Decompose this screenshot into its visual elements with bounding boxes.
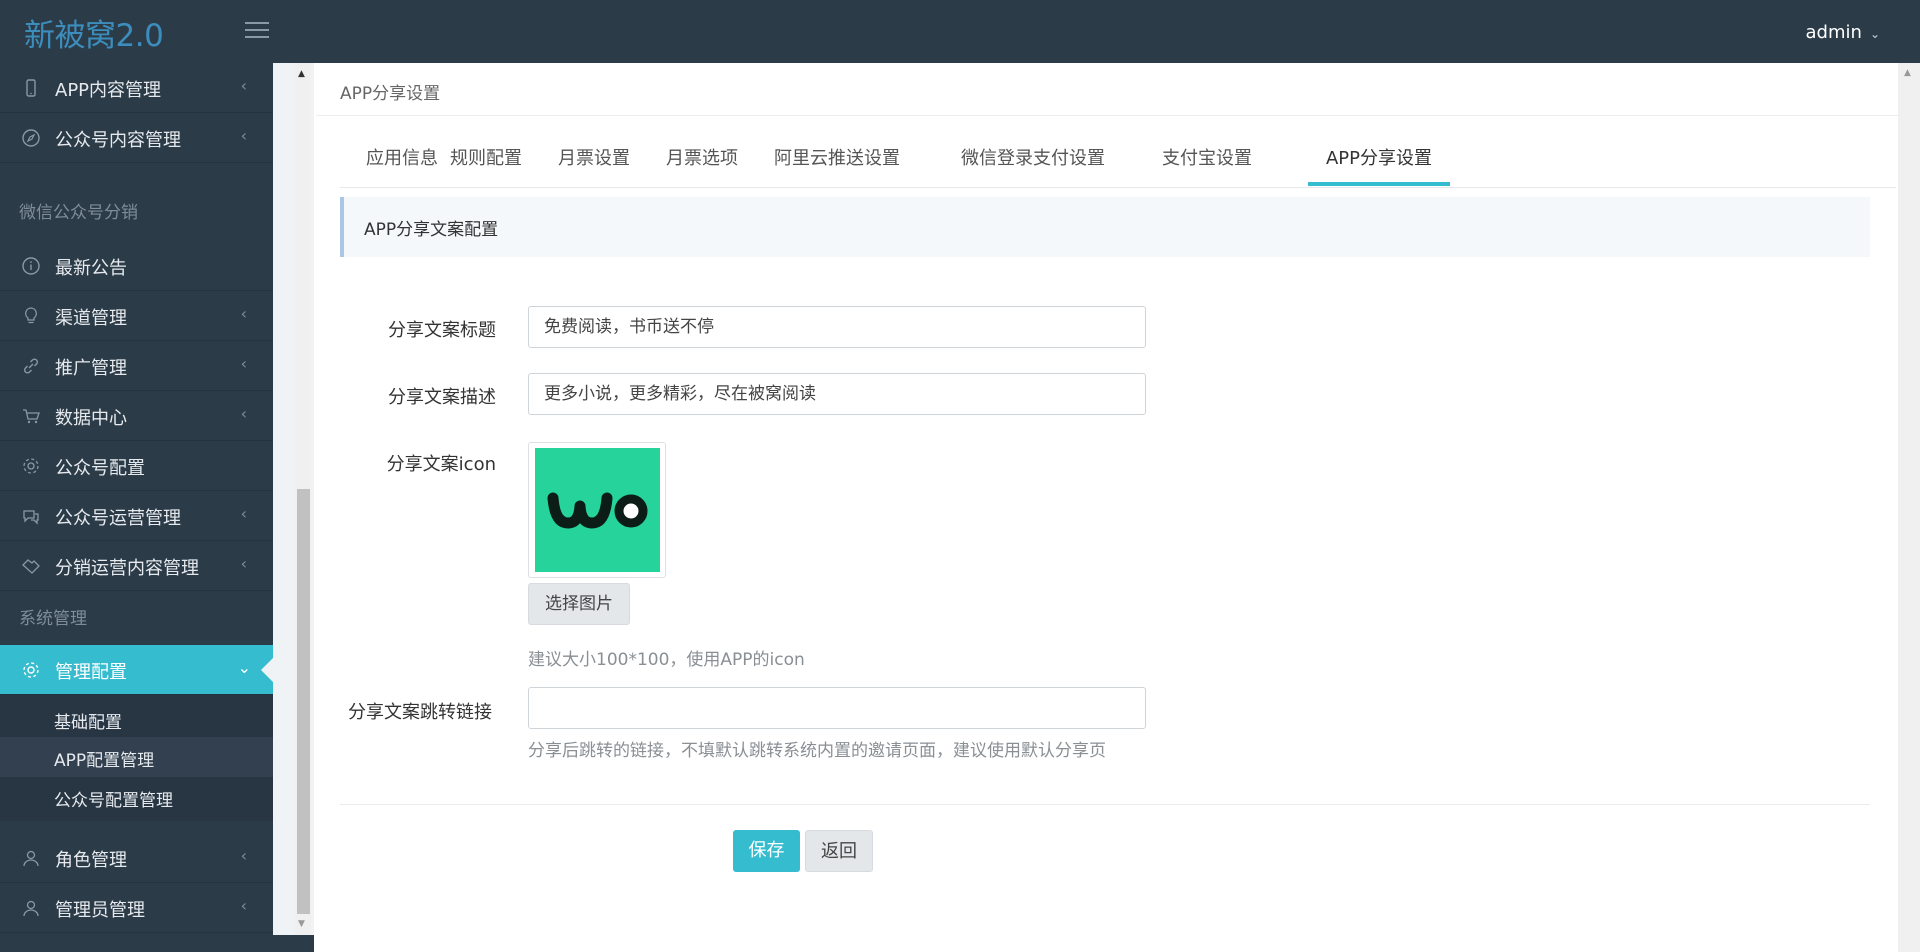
divider	[340, 804, 1870, 805]
menu-toggle-icon[interactable]	[245, 22, 269, 40]
chevron-left-icon: ‹	[240, 354, 247, 373]
sidebar-item-label: APP内容管理	[55, 80, 162, 101]
sidebar-footer	[273, 935, 314, 952]
sidebar-item-mp-content[interactable]: 公众号内容管理 ‹	[0, 113, 273, 163]
sidebar-item-notice[interactable]: 最新公告	[0, 241, 273, 291]
sidebar-item-label: 公众号内容管理	[55, 130, 181, 151]
share-desc-input[interactable]: 更多小说，更多精彩，尽在被窝阅读	[528, 373, 1146, 415]
section-title: APP分享文案配置	[364, 220, 499, 240]
sidebar-item-label: 角色管理	[55, 850, 127, 871]
chevron-down-icon: ⌄	[237, 658, 251, 677]
page-title: APP分享设置	[340, 84, 441, 104]
sidebar-item-promotion[interactable]: 推广管理 ‹	[0, 341, 273, 391]
back-button[interactable]: 返回	[805, 830, 873, 872]
sidebar-section-header: 系统管理	[19, 609, 87, 629]
link-help-text: 分享后跳转的链接，不填默认跳转系统内置的邀请页面，建议使用默认分享页	[528, 741, 1106, 761]
chevron-left-icon: ‹	[240, 896, 247, 915]
compass-icon	[21, 128, 41, 148]
tab-wechat-pay[interactable]: 微信登录支付设置	[961, 139, 1105, 185]
tab-ticket-options[interactable]: 月票选项	[666, 139, 738, 185]
save-button[interactable]: 保存	[733, 830, 800, 872]
section-header: APP分享文案配置	[340, 197, 1870, 257]
sidebar-scrollbar[interactable]: ▲ ▼	[273, 63, 314, 952]
share-link-label: 分享文案跳转链接	[348, 702, 492, 723]
tab-app-share[interactable]: APP分享设置	[1308, 139, 1450, 186]
share-icon-label: 分享文案icon	[386, 454, 496, 475]
scroll-up-icon[interactable]: ▲	[1904, 68, 1911, 78]
sidebar-item-mp-config[interactable]: 公众号配置	[0, 441, 273, 491]
divider	[316, 115, 1898, 116]
phone-icon	[21, 78, 41, 98]
sidebar-item-roles[interactable]: 角色管理 ‹	[0, 833, 273, 883]
sidebar-item-label: 最新公告	[55, 258, 127, 279]
top-navbar: 新被窝2.0 admin ⌄	[0, 0, 1920, 63]
sidebar-item-label: 推广管理	[55, 358, 127, 379]
share-desc-label: 分享文案描述	[388, 387, 496, 408]
scroll-up-icon[interactable]: ▲	[298, 69, 305, 79]
app-logo[interactable]: 新被窝2.0	[24, 10, 164, 55]
bulb-icon	[21, 306, 41, 326]
user-name: admin	[1805, 22, 1862, 43]
share-title-input[interactable]: 免费阅读，书币送不停	[528, 306, 1146, 348]
user-icon	[21, 898, 41, 918]
sidebar-item-mp-operation[interactable]: 公众号运营管理 ‹	[0, 491, 273, 541]
tab-bar: 应用信息 规则配置 月票设置 月票选项 阿里云推送设置 微信登录支付设置 支付宝…	[340, 139, 1896, 188]
tab-monthly-ticket[interactable]: 月票设置	[558, 139, 630, 185]
user-icon	[21, 848, 41, 868]
chevron-left-icon: ‹	[240, 76, 247, 95]
sidebar: APP内容管理 ‹ 公众号内容管理 ‹ 微信公众号分销 最新公告 渠道管理 ‹ …	[0, 63, 273, 952]
main-content: APP分享设置 应用信息 规则配置 月票设置 月票选项 阿里云推送设置 微信登录…	[316, 63, 1898, 952]
app-icon-image	[535, 448, 660, 572]
submenu-item-basic[interactable]: 基础配置	[0, 695, 273, 737]
submenu-item-mp-config[interactable]: 公众号配置管理	[0, 777, 273, 821]
sidebar-item-data-center[interactable]: 数据中心 ‹	[0, 391, 273, 441]
chevron-left-icon: ‹	[240, 554, 247, 573]
gear-icon	[21, 660, 41, 680]
chevron-left-icon: ‹	[240, 846, 247, 865]
sidebar-item-label: 公众号配置	[55, 458, 145, 479]
select-image-button[interactable]: 选择图片	[528, 583, 630, 625]
chevron-down-icon: ⌄	[1869, 27, 1880, 41]
chevron-left-icon: ‹	[240, 304, 247, 323]
tab-app-info[interactable]: 应用信息	[366, 139, 438, 185]
sidebar-item-label: 数据中心	[55, 408, 127, 429]
page-scrollbar[interactable]: ▲	[1898, 63, 1920, 952]
info-icon	[21, 256, 41, 276]
tab-alipay[interactable]: 支付宝设置	[1162, 139, 1252, 185]
sidebar-item-app-content[interactable]: APP内容管理 ‹	[0, 63, 273, 113]
submenu-item-app-config[interactable]: APP配置管理	[0, 737, 273, 777]
handshake-icon	[21, 556, 41, 576]
user-menu[interactable]: admin ⌄	[1806, 22, 1880, 43]
share-link-input[interactable]	[528, 687, 1146, 729]
tab-aliyun-push[interactable]: 阿里云推送设置	[774, 139, 900, 185]
cart-icon	[21, 406, 41, 426]
scrollbar-thumb[interactable]	[297, 489, 310, 914]
gear-icon	[21, 456, 41, 476]
chevron-left-icon: ‹	[240, 126, 247, 145]
chevron-left-icon: ‹	[240, 504, 247, 523]
icon-help-text: 建议大小100*100，使用APP的icon	[528, 650, 805, 670]
submenu-item-label: APP配置管理	[54, 751, 155, 771]
sidebar-item-distribution-content[interactable]: 分销运营内容管理 ‹	[0, 541, 273, 591]
link-icon	[21, 356, 41, 376]
sidebar-section-header: 微信公众号分销	[19, 203, 138, 223]
sidebar-item-label: 分销运营内容管理	[55, 558, 199, 579]
share-icon-preview	[528, 442, 666, 578]
submenu-item-label: 基础配置	[54, 713, 122, 733]
tab-rules[interactable]: 规则配置	[450, 139, 522, 185]
sidebar-item-label: 渠道管理	[55, 308, 127, 329]
share-title-label: 分享文案标题	[388, 320, 496, 341]
submenu-item-label: 公众号配置管理	[54, 791, 173, 811]
scroll-down-icon[interactable]: ▼	[298, 919, 305, 929]
chat-icon	[21, 506, 41, 526]
sidebar-item-admins[interactable]: 管理员管理 ‹	[0, 883, 273, 933]
sidebar-item-label: 公众号运营管理	[55, 508, 181, 529]
sidebar-item-channel[interactable]: 渠道管理 ‹	[0, 291, 273, 341]
sidebar-item-label: 管理配置	[55, 662, 127, 683]
sidebar-item-admin-config[interactable]: 管理配置 ⌄	[0, 645, 273, 695]
sidebar-item-label: 管理员管理	[55, 900, 145, 921]
chevron-left-icon: ‹	[240, 404, 247, 423]
